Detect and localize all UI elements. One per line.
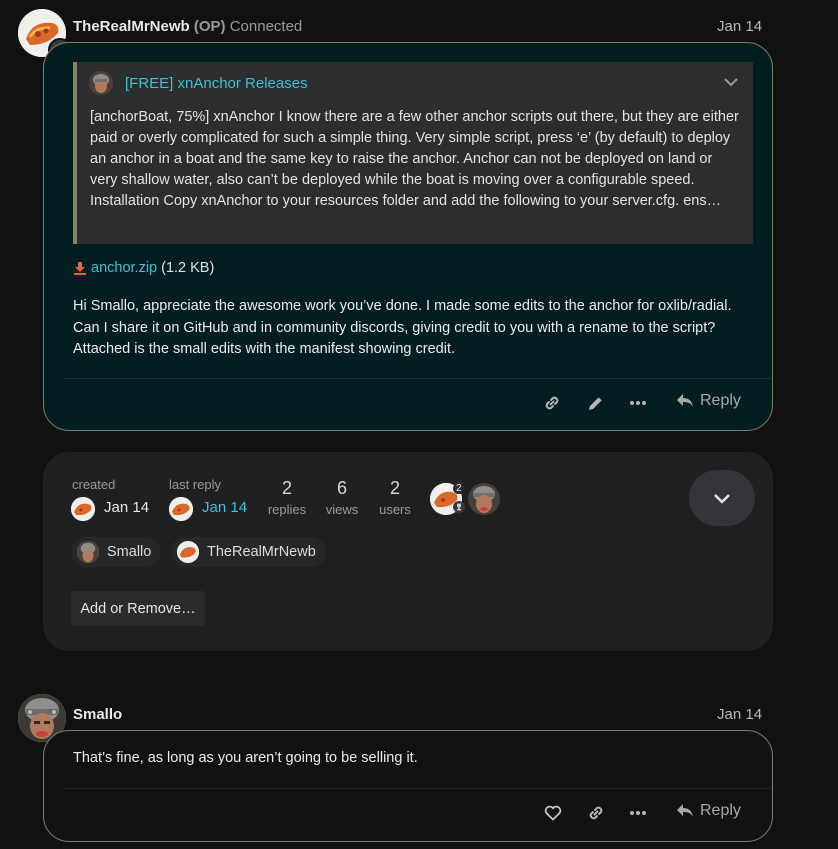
quote-text: [anchorBoat, 75%] xnAnchor I know there …	[90, 109, 739, 209]
chevron-down-icon[interactable]	[721, 73, 741, 91]
link-icon[interactable]	[584, 802, 608, 824]
post1-divider	[63, 378, 771, 379]
post1-date[interactable]: Jan 14	[717, 18, 762, 35]
reply-icon	[676, 393, 694, 409]
post2-username[interactable]: Smallo	[73, 706, 122, 723]
more-icon[interactable]	[626, 392, 650, 414]
reply-button[interactable]: Reply	[676, 392, 741, 410]
participant-chip-smallo[interactable]: Smallo	[71, 537, 162, 567]
post1-header: TheRealMrNewb (OP) Connected	[73, 18, 302, 35]
participant-post-count: 2	[453, 483, 465, 494]
users-stat: 2 users	[371, 478, 419, 517]
attachment-size: (1.2 KB)	[161, 260, 215, 276]
reply-icon	[676, 803, 694, 819]
last-reply-label: last reply	[169, 477, 222, 492]
last-reply-avatar	[169, 497, 193, 521]
attachment-link[interactable]: anchor.zip	[91, 260, 157, 276]
replies-count: 2	[281, 478, 292, 498]
pencil-icon[interactable]	[584, 392, 608, 414]
add-or-remove-button[interactable]: Add or Remove…	[71, 591, 205, 626]
participant-avatar-smallo[interactable]	[468, 483, 500, 515]
created-date[interactable]: Jan 14	[104, 499, 149, 516]
quote-avatar	[89, 71, 113, 95]
chip-label: Smallo	[107, 544, 152, 560]
users-label: users	[379, 502, 411, 517]
op-tag: (OP)	[193, 18, 226, 35]
chip-avatar	[77, 541, 99, 563]
chip-label: TheRealMrNewb	[207, 544, 316, 560]
reply-button[interactable]: Reply	[676, 802, 741, 820]
participant-chip-therealmrnewb[interactable]: TheRealMrNewb	[171, 537, 326, 567]
post1-username[interactable]: TheRealMrNewb	[73, 18, 190, 35]
replies-stat: 2 replies	[262, 478, 312, 517]
participant-trophy-icon	[453, 501, 465, 513]
more-icon[interactable]	[626, 802, 650, 824]
created-avatar	[71, 497, 95, 521]
last-reply-date[interactable]: Jan 14	[202, 499, 247, 516]
post2-date[interactable]: Jan 14	[717, 706, 762, 723]
chip-avatar	[177, 541, 199, 563]
post1-body: Hi Smallo, appreciate the awesome work y…	[73, 298, 732, 357]
user-status: Connected	[229, 18, 303, 35]
reply-label: Reply	[700, 802, 741, 819]
attachment: anchor.zip (1.2 KB)	[73, 260, 214, 276]
expand-summary-button[interactable]	[689, 470, 755, 526]
post2-body: That’s fine, as long as you aren’t going…	[73, 750, 418, 766]
created-label: created	[72, 477, 116, 492]
link-icon[interactable]	[540, 392, 564, 414]
users-count: 2	[389, 478, 400, 498]
views-stat: 6 views	[318, 478, 366, 517]
post2-box	[43, 730, 773, 842]
replies-label: replies	[267, 502, 307, 517]
quote-title[interactable]: [FREE] xnAnchor Releases	[125, 75, 308, 92]
views-count: 6	[336, 478, 347, 498]
chevron-down-icon	[713, 493, 731, 504]
heart-icon[interactable]	[541, 802, 565, 824]
reply-label: Reply	[700, 392, 741, 409]
views-label: views	[325, 502, 359, 517]
download-icon	[73, 261, 87, 275]
post2-divider	[63, 788, 771, 789]
